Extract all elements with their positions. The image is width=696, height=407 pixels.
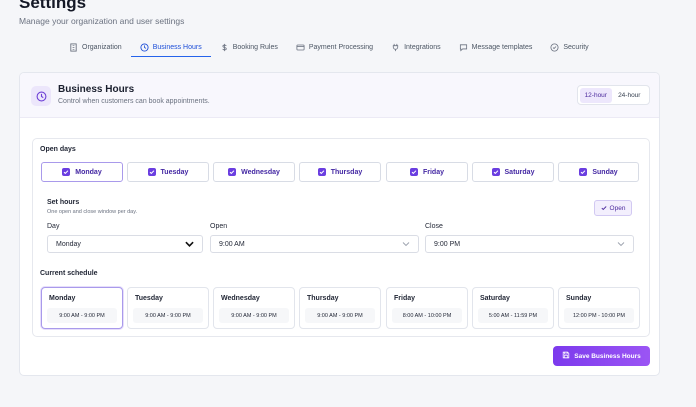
schedule-day: Wednesday [221, 295, 260, 302]
day-select-value: Monday [56, 240, 81, 248]
open-time-select[interactable]: 9:00 AM [210, 235, 419, 253]
day-toggle-label: Wednesday [241, 168, 280, 176]
schedule-hours: 9:00 AM - 9:00 PM [133, 308, 203, 323]
card-subtitle: Control when customers can book appointm… [58, 98, 210, 105]
tab-payment-processing[interactable]: Payment Processing [287, 38, 382, 57]
schedule-day: Saturday [480, 295, 510, 302]
tab-integrations[interactable]: Integrations [382, 38, 450, 57]
checkbox-checked-icon [409, 168, 418, 176]
checkbox-checked-icon [228, 168, 237, 176]
check-icon [601, 206, 607, 211]
schedule-hours: 9:00 AM - 9:00 PM [47, 308, 117, 323]
tab-label: Integrations [404, 44, 441, 51]
schedule-hours: 8:00 AM - 10:00 PM [392, 308, 462, 323]
schedule-card-thursday[interactable]: Thursday 9:00 AM - 9:00 PM [299, 287, 381, 329]
close-time-value: 9:00 PM [434, 240, 461, 248]
card-title: Business Hours [58, 84, 135, 95]
open-toggle-label: Open [609, 204, 626, 212]
current-schedule-label: Current schedule [40, 270, 98, 277]
day-toggle-label: Thursday [330, 168, 363, 176]
format-12-hour-button[interactable]: 12-hour [580, 87, 612, 103]
card-header: Business Hours Control when customers ca… [20, 73, 659, 118]
message-icon [459, 43, 468, 52]
tab-label: Organization [82, 44, 122, 51]
day-toggle-sunday[interactable]: Sunday [558, 162, 639, 182]
checkbox-checked-icon [317, 168, 326, 176]
schedule-card-saturday[interactable]: Saturday 5:00 AM - 11:59 PM [472, 287, 554, 329]
day-select[interactable]: Monday [47, 235, 203, 253]
schedule-hours: 9:00 AM - 9:00 PM [219, 308, 289, 323]
page-subtitle: Manage your organization and user settin… [19, 16, 185, 26]
schedule-hours: 5:00 AM - 11:59 PM [478, 308, 548, 323]
day-toggle-tuesday[interactable]: Tuesday [127, 162, 209, 182]
day-field-label: Day [47, 223, 60, 230]
schedule-day: Tuesday [135, 295, 163, 302]
set-hours-subtitle: One open and close window per day. [47, 209, 138, 215]
checkbox-checked-icon [579, 168, 588, 176]
day-toggle-monday[interactable]: Monday [41, 162, 123, 182]
chevron-down-icon [616, 240, 625, 249]
building-icon [69, 43, 78, 52]
time-format-toggle: 12-hour 24-hour [577, 85, 650, 105]
tab-booking-rules[interactable]: Booking Rules [211, 38, 287, 57]
day-toggle-wednesday[interactable]: Wednesday [213, 162, 295, 182]
day-toggle-saturday[interactable]: Saturday [472, 162, 554, 182]
tab-organization[interactable]: Organization [60, 38, 131, 57]
dollar-icon [220, 43, 229, 52]
settings-tabs: Organization Business Hours Booking Rule… [60, 38, 598, 58]
open-days-label: Open days [40, 146, 76, 153]
schedule-card-wednesday[interactable]: Wednesday 9:00 AM - 9:00 PM [213, 287, 295, 329]
open-time-value: 9:00 AM [219, 240, 245, 248]
set-hours-title: Set hours [47, 199, 80, 206]
business-hours-card: Business Hours Control when customers ca… [19, 72, 660, 376]
schedule-day: Monday [49, 295, 76, 302]
clock-icon [31, 86, 51, 106]
close-time-select[interactable]: 9:00 PM [425, 235, 634, 253]
shield-check-icon [550, 43, 559, 52]
schedule-hours: 12:00 PM - 10:00 PM [564, 308, 634, 323]
day-toggle-label: Saturday [504, 168, 535, 176]
save-button-label: Save Business Hours [574, 352, 641, 360]
day-toggle-friday[interactable]: Friday [386, 162, 468, 182]
schedule-card-monday[interactable]: Monday 9:00 AM - 9:00 PM [41, 287, 123, 329]
tab-message-templates[interactable]: Message templates [450, 38, 542, 57]
tab-label: Booking Rules [232, 44, 278, 51]
schedule-day: Thursday [307, 295, 339, 302]
page-title: Settings [19, 0, 87, 12]
day-toggle-label: Monday [75, 168, 102, 176]
checkbox-checked-icon [491, 168, 500, 176]
credit-card-icon [296, 43, 305, 52]
save-business-hours-button[interactable]: Save Business Hours [553, 346, 650, 366]
day-toggle-label: Sunday [592, 168, 618, 176]
day-toggle-label: Friday [422, 168, 444, 176]
schedule-card-sunday[interactable]: Sunday 12:00 PM - 10:00 PM [558, 287, 640, 329]
checkbox-checked-icon [62, 168, 71, 176]
open-toggle-button[interactable]: Open [594, 200, 632, 216]
clock-icon [140, 42, 149, 52]
tab-security[interactable]: Security [541, 38, 597, 57]
close-field-label: Close [425, 223, 443, 230]
tab-label: Security [563, 44, 589, 51]
schedule-card-tuesday[interactable]: Tuesday 9:00 AM - 9:00 PM [127, 287, 209, 329]
tab-business-hours[interactable]: Business Hours [130, 38, 211, 57]
plug-icon [391, 43, 400, 52]
open-field-label: Open [210, 223, 228, 230]
day-toggle-label: Tuesday [160, 168, 189, 176]
day-toggle-thursday[interactable]: Thursday [299, 162, 381, 182]
schedule-hours: 9:00 AM - 9:00 PM [305, 308, 375, 323]
chevron-down-icon [401, 240, 410, 249]
schedule-day: Friday [394, 295, 416, 302]
tab-label: Message templates [471, 44, 533, 51]
schedule-day: Sunday [566, 295, 592, 302]
tab-label: Payment Processing [308, 44, 374, 51]
tab-label: Business Hours [152, 43, 202, 51]
save-icon [562, 351, 570, 361]
chevron-down-icon [185, 240, 194, 249]
checkbox-checked-icon [147, 168, 156, 176]
format-24-hour-button[interactable]: 24-hour [612, 88, 647, 103]
schedule-card-friday[interactable]: Friday 8:00 AM - 10:00 PM [386, 287, 468, 329]
